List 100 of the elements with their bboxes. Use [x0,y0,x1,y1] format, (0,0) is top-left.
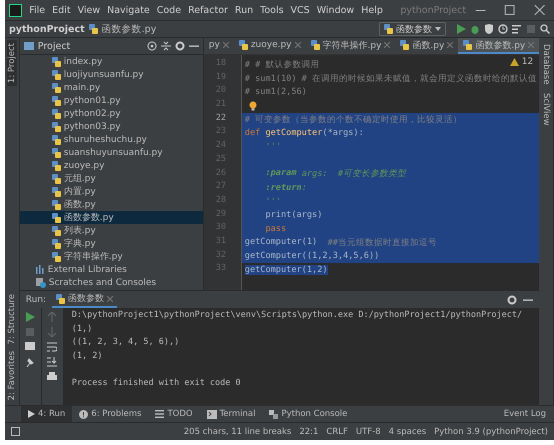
code-line: # sum1(2,56) [244,87,307,98]
menu-item[interactable]: Run [231,4,257,16]
code-line: # sum1(10) # 在调用的时候如果未赋值，就会用定义函数时给的默认值 [244,72,538,85]
status-item[interactable]: Python 3.9 (pythonProject) [434,426,548,436]
tree-item[interactable]: 内置.py [20,185,203,198]
tree-item[interactable]: main.py [20,81,203,94]
tree-item[interactable]: python03.py [20,120,203,133]
terminal-icon [206,410,217,418]
run-icon[interactable] [456,24,466,34]
tool-window-tab[interactable]: SciView [541,88,552,130]
caret-icon[interactable] [435,27,441,31]
status-item[interactable]: 22:1 [299,426,318,436]
status-item[interactable]: 4 spaces [388,426,426,436]
scroll-end-icon[interactable] [47,357,58,367]
target-icon[interactable] [146,41,157,51]
wrap-icon[interactable] [47,342,58,352]
status-item[interactable]: CRLF [326,426,348,436]
lines-icon[interactable] [512,24,522,34]
tool-tab[interactable]: Terminal [200,406,262,422]
menu-item[interactable]: Navigate [104,4,154,16]
python-file-icon [52,252,61,262]
run-config-dropdown[interactable]: 函数参数 [379,22,446,36]
console-line: (1, 2) [72,350,104,362]
menu-item[interactable]: Refactor [184,4,232,16]
tree-item[interactable]: 元组.py [20,172,203,185]
tree-item[interactable]: Scratches and Consoles [20,276,203,289]
tree-item[interactable]: zuoye.py [20,159,203,172]
shield-icon[interactable] [484,24,494,34]
app-logo [9,4,22,16]
python-file-icon [52,238,61,248]
menu-item[interactable]: VCS [287,4,314,16]
code-line: getComputer((1,2,3,4,5,6)) [244,251,380,262]
tool-tab[interactable]: 6: Problems [72,406,148,422]
panel-toggle-icon[interactable] [11,427,20,436]
python-file-icon [52,160,61,170]
menu-item[interactable]: Edit [48,4,74,16]
tool-tab[interactable]: TODO [148,406,200,422]
warning-count[interactable]: 12 [522,57,534,67]
editor-tab[interactable]: 字符串操作.py [306,38,396,54]
tool-tab[interactable]: Python Console [262,406,354,422]
python-file-icon [463,40,472,50]
search-icon[interactable] [540,24,550,34]
tree-item[interactable]: luojiyunsuanfu.py [20,68,203,81]
run-icon[interactable] [25,312,36,322]
tree-item[interactable]: shuruheshuchu.py [20,133,203,146]
code-line: getComputer(1) ##当元组数据时直接加逗号 [244,236,437,249]
tool-window-tab[interactable]: 7: Structure [6,291,17,348]
editor-tab[interactable]: 函数.py [395,38,458,54]
tree-item[interactable]: python02.py [20,107,203,120]
python-file-icon [238,40,248,50]
menu-item[interactable]: Window [313,4,358,16]
tool-window-tab[interactable]: 2: Favorites [6,348,17,403]
clock-icon[interactable] [498,24,508,34]
pin-icon[interactable] [25,357,36,367]
python-file-icon [52,70,61,80]
editor-tab[interactable]: zuoye.py [234,38,306,54]
tool-tab[interactable]: 4: Run [21,406,72,422]
code-line: ''' [264,196,281,207]
editor-tab[interactable]: py [204,38,234,54]
project-tool-tab[interactable]: 1: Project [6,40,17,86]
python-file-icon [52,174,61,184]
window-title: pythonProject [400,4,466,16]
tree-item[interactable]: index.py [20,55,203,68]
python-file-icon [52,186,61,196]
panel-title[interactable]: Project [38,40,143,52]
menu-item[interactable]: View [74,4,104,16]
code-line: :param args: #可变长参数类型 [264,168,406,180]
python-icon [269,410,278,418]
tool-window-tab[interactable]: Database [541,40,552,89]
breadcrumb-project[interactable]: pythonProject [9,24,85,34]
menu-item[interactable]: Tools [256,4,288,16]
python-file-icon [400,40,410,50]
line-number: 22 [214,112,228,125]
tree-item[interactable]: 字符串操作.py [20,250,203,263]
collapse-icon[interactable] [160,41,171,51]
status-item[interactable]: 205 chars, 11 line breaks [184,426,292,436]
tree-item[interactable]: 函数参数.py [20,211,203,224]
warning-circle-icon [79,410,88,418]
lightbulb-icon[interactable] [248,100,257,111]
python-file-icon [88,24,98,34]
console-line: Process finished with exit code 0 [72,378,242,390]
status-item[interactable]: UTF-8 [356,426,381,436]
warning-icon[interactable] [510,58,519,66]
tree-item[interactable]: suanshuyunsuanfu.py [20,146,203,159]
print-icon[interactable] [47,372,58,382]
tree-item[interactable]: python01.py [20,94,203,107]
tree-item[interactable]: 字典.py [20,237,203,250]
python-file-icon [52,56,61,66]
menu-item[interactable]: Help [358,4,386,16]
tree-item[interactable]: External Libraries [20,263,203,276]
editor-tab[interactable]: 函数参数.py [458,38,540,54]
tree-item[interactable]: 函数.py [20,198,203,211]
event-log-tab[interactable]: Event Log [504,406,554,422]
code-line: pass [264,224,286,234]
code-line: :return: [264,183,307,194]
menu-item[interactable]: File [26,4,49,16]
console-line: D:\pythonProject1\pythonProject\venv\Scripts\python.exe D:/pythonProject1/pythonProject/ [72,310,524,322]
breadcrumb-file[interactable]: 函数参数.py [102,22,375,36]
tree-item[interactable]: 列表.py [20,224,203,237]
menu-item[interactable]: Code [153,4,185,16]
